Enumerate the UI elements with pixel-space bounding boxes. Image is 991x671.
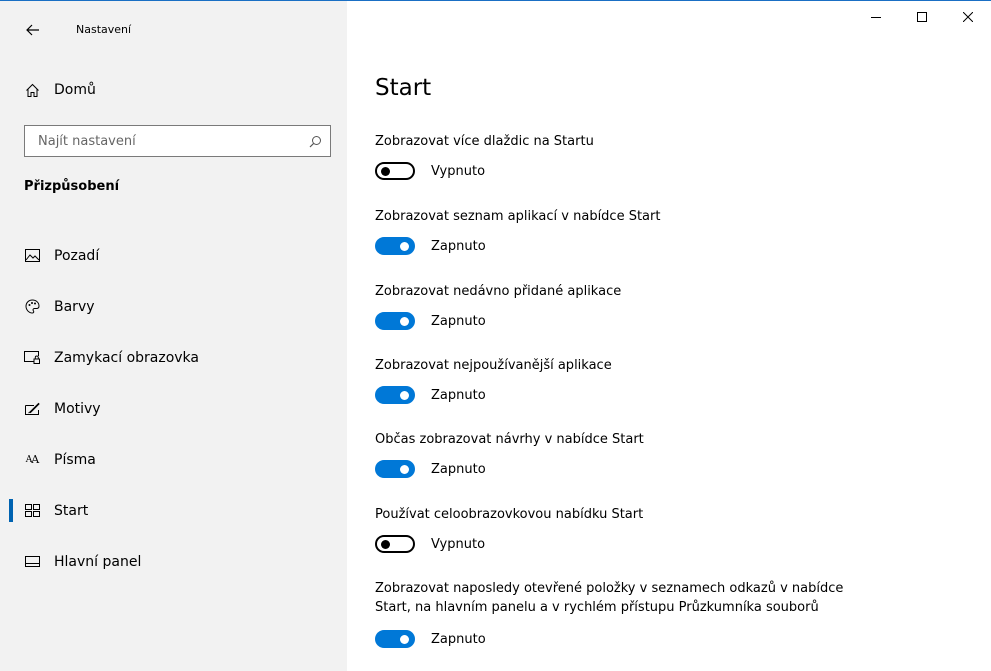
toggle-row: Zapnuto [375, 312, 845, 330]
sidebar-item-label: Zamykací obrazovka [54, 349, 199, 366]
maximize-icon [917, 12, 927, 22]
sidebar-item-label: Start [54, 502, 89, 519]
close-button[interactable] [945, 1, 991, 33]
setting-app-list: Zobrazovat seznam aplikací v nabídce Sta… [375, 207, 845, 255]
setting-label: Zobrazovat seznam aplikací v nabídce Sta… [375, 209, 661, 224]
close-icon [963, 12, 973, 22]
toggle-state-label: Zapnuto [431, 461, 486, 477]
toggle-state-label: Vypnuto [431, 163, 486, 179]
setting-recently-added: Zobrazovat nedávno přidané aplikace Zapn… [375, 282, 845, 330]
page-title: Start [375, 75, 432, 101]
minimize-icon [871, 17, 881, 18]
setting-label: Zobrazovat nejpoužívanější aplikace [375, 358, 612, 373]
toggle-row: Vypnuto [375, 162, 845, 180]
toggle-switch[interactable] [375, 162, 415, 180]
toggle-switch[interactable] [375, 460, 415, 478]
toggle-switch[interactable] [375, 386, 415, 404]
toggle-state-label: Zapnuto [431, 387, 486, 403]
toggle-row: Zapnuto [375, 237, 845, 255]
toggle-state-label: Zapnuto [431, 238, 486, 254]
toggle-knob [381, 167, 390, 176]
setting-label: Zobrazovat více dlaždic na Startu [375, 134, 594, 149]
window-controls [853, 1, 991, 33]
back-arrow-icon [26, 24, 39, 36]
setting-most-used: Zobrazovat nejpoužívanější aplikace Zapn… [375, 356, 845, 404]
palette-icon [24, 299, 40, 315]
toggle-switch[interactable] [375, 237, 415, 255]
toggle-switch[interactable] [375, 312, 415, 330]
sidebar-item-barvy[interactable]: Barvy [0, 281, 347, 332]
setting-label: Občas zobrazovat návrhy v nabídce Start [375, 432, 644, 447]
main-content: Start Zobrazovat více dlaždic na Startu … [347, 1, 991, 671]
taskbar-icon [24, 554, 40, 570]
sidebar-item-zamykaci-obrazovka[interactable]: Zamykací obrazovka [0, 332, 347, 383]
setting-full-screen: Používat celoobrazovkovou nabídku Start … [375, 505, 845, 553]
sidebar-item-motivy[interactable]: Motivy [0, 383, 347, 434]
toggle-knob [400, 242, 409, 251]
sidebar-item-home[interactable]: Domů [24, 82, 96, 98]
toggle-switch[interactable] [375, 535, 415, 553]
sidebar-item-pozadi[interactable]: Pozadí [0, 230, 347, 281]
back-button[interactable] [22, 19, 44, 41]
setting-label: Zobrazovat nedávno přidané aplikace [375, 284, 622, 299]
sidebar-item-pisma[interactable]: AA Písma [0, 434, 347, 485]
toggle-row: Zapnuto [375, 630, 845, 648]
section-heading: Přizpůsobení [24, 179, 120, 194]
search-input[interactable] [36, 132, 300, 150]
sidebar-item-label: Motivy [54, 400, 101, 417]
toggle-knob [400, 635, 409, 644]
themes-icon [24, 401, 40, 417]
sidebar-item-label: Domů [54, 82, 96, 98]
toggle-row: Vypnuto [375, 535, 845, 553]
picture-icon [24, 248, 40, 264]
sidebar-item-label: Pozadí [54, 247, 100, 264]
maximize-button[interactable] [899, 1, 945, 33]
toggle-state-label: Vypnuto [431, 536, 486, 552]
toggle-row: Zapnuto [375, 386, 845, 404]
sidebar-item-hlavni-panel[interactable]: Hlavní panel [0, 536, 347, 587]
toggle-knob [400, 317, 409, 326]
setting-more-tiles: Zobrazovat více dlaždic na Startu Vypnut… [375, 132, 845, 180]
toggle-knob [381, 540, 390, 549]
sidebar-item-label: Hlavní panel [54, 553, 142, 570]
toggle-knob [400, 465, 409, 474]
sidebar-nav: Pozadí Barvy Zamykací obrazovka Motivy A… [0, 230, 347, 587]
toggle-state-label: Zapnuto [431, 631, 486, 647]
home-icon [24, 82, 40, 98]
toggle-state-label: Zapnuto [431, 313, 486, 329]
setting-label: Používat celoobrazovkovou nabídku Start [375, 507, 644, 522]
setting-suggestions: Občas zobrazovat návrhy v nabídce Start … [375, 430, 845, 478]
lock-screen-icon [24, 350, 40, 366]
search-icon[interactable] [300, 126, 330, 156]
setting-label: Zobrazovat naposledy otevřené položky v … [375, 581, 844, 615]
setting-recent-items: Zobrazovat naposledy otevřené položky v … [375, 579, 845, 648]
toggle-row: Zapnuto [375, 460, 845, 478]
sidebar-item-label: Barvy [54, 298, 95, 315]
sidebar-item-start[interactable]: Start [0, 485, 347, 536]
app-title: Nastavení [76, 23, 132, 36]
toggle-switch[interactable] [375, 630, 415, 648]
sidebar: Nastavení Domů Přizpůsobení [0, 1, 347, 671]
minimize-button[interactable] [853, 1, 899, 33]
fonts-icon: AA [25, 453, 39, 466]
search-box [24, 125, 331, 157]
sidebar-item-label: Písma [54, 451, 96, 468]
toggle-knob [400, 391, 409, 400]
start-icon [24, 503, 40, 519]
settings-window: Nastavení Domů Přizpůsobení [0, 0, 991, 671]
